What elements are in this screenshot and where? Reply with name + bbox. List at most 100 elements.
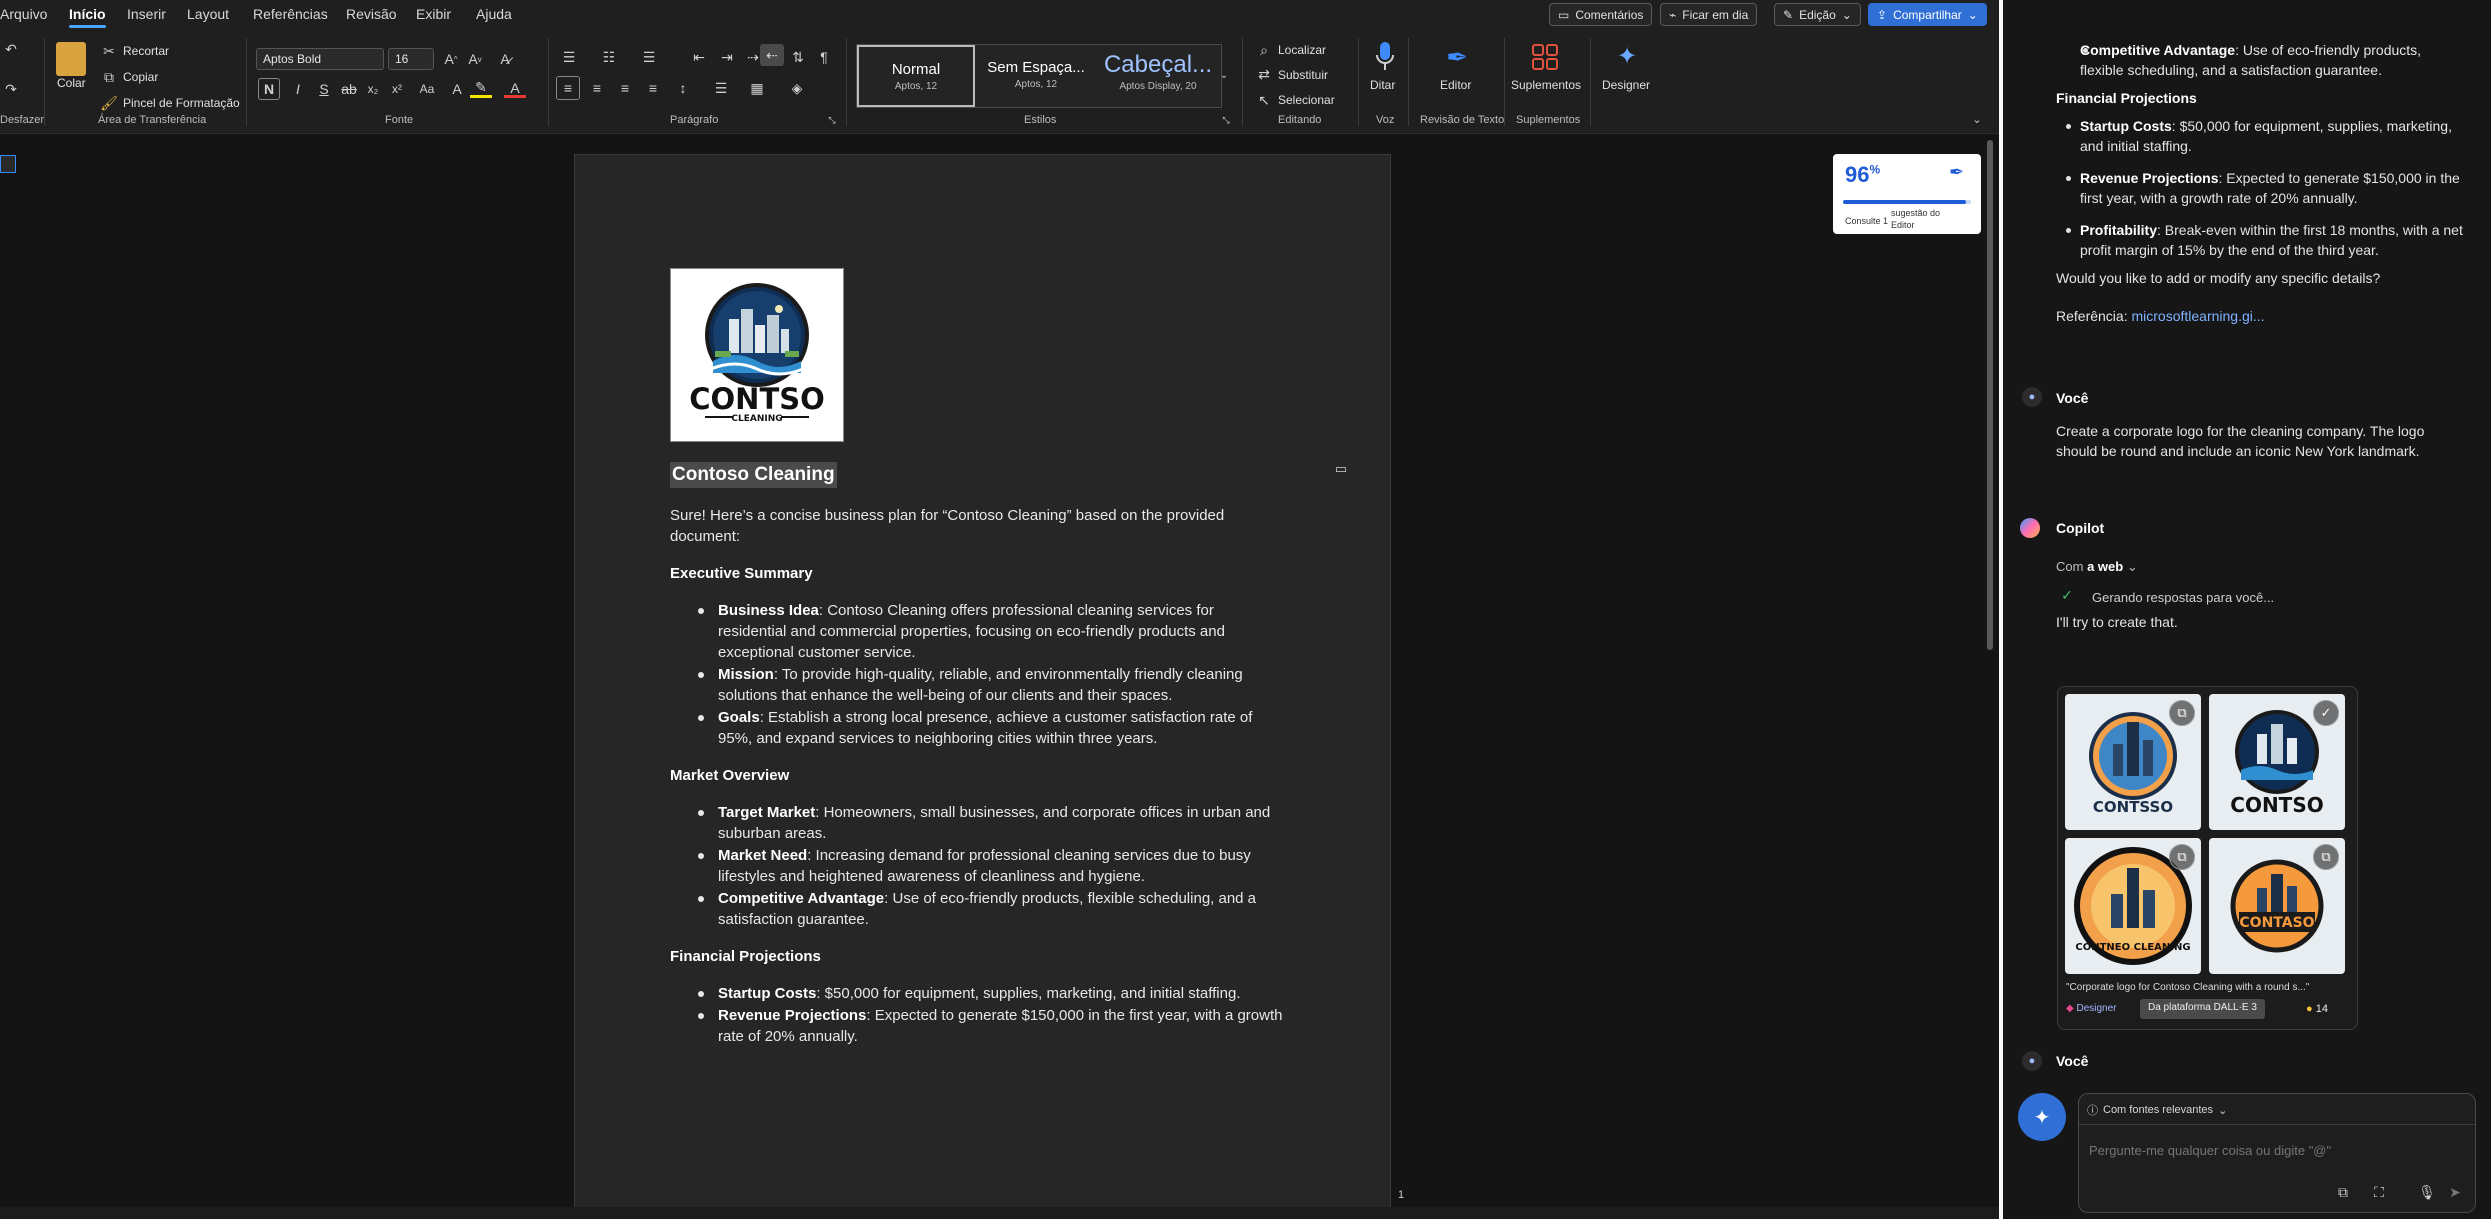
styles-more-icon[interactable]: ⌄ <box>1218 66 1230 84</box>
superscript-icon[interactable]: x² <box>388 80 406 98</box>
select-image-icon[interactable]: ⧉ <box>2313 844 2339 870</box>
align-center-icon[interactable]: ≡ <box>586 78 608 98</box>
new-topic-button[interactable]: ✦ <box>2018 1093 2066 1141</box>
microphone-icon[interactable] <box>1372 40 1398 74</box>
redo-icon[interactable]: ↷ <box>2 80 20 98</box>
effects-icon[interactable]: A <box>446 80 468 98</box>
text-competitive-advantage: : Use of eco-friendly products, flexible… <box>884 890 1257 907</box>
reference-label: Referência: <box>2056 308 2128 324</box>
document-title[interactable]: Contoso Cleaning <box>670 462 837 488</box>
dialog-launcher-icon[interactable]: ⤡ <box>826 114 838 126</box>
designer-icon[interactable]: ✦ <box>1612 40 1642 72</box>
bullet-marker <box>2066 228 2071 233</box>
pilcrow-icon[interactable]: ¶ <box>814 48 834 66</box>
send-icon[interactable]: ➤ <box>2445 1182 2465 1202</box>
editor-score-card[interactable]: 96% ✒ Consulte 1 sugestão do Editor <box>1833 154 1981 234</box>
addins-button[interactable]: Suplementos <box>1511 78 1581 92</box>
replace-button[interactable]: Substituir <box>1278 68 1328 82</box>
sort-icon[interactable]: ⇅ <box>788 48 808 66</box>
dialog-launcher-icon[interactable]: ⤡ <box>1220 114 1232 126</box>
designer-badge[interactable]: ◆ Designer <box>2066 1003 2117 1014</box>
font-color-icon[interactable]: A <box>504 80 526 98</box>
tab-inserir[interactable]: Inserir <box>127 6 166 22</box>
microphone-icon[interactable]: 🎙 <box>2417 1182 2437 1202</box>
catch-up-button[interactable]: ⌁ Ficar em dia <box>1660 3 1758 26</box>
copy-button[interactable]: Copiar <box>123 70 158 84</box>
comments-button[interactable]: ▭ Comentários <box>1549 3 1653 26</box>
with-prefix: Com <box>2056 559 2084 574</box>
subscript-icon[interactable]: x₂ <box>364 80 382 98</box>
justify-icon[interactable]: ≡ <box>642 78 664 98</box>
generated-image-3[interactable]: CONTNEO CLEANING ⧉ <box>2065 838 2201 974</box>
highlight-icon[interactable]: ✎ <box>470 79 492 98</box>
decrease-indent-icon[interactable]: ⇤ <box>688 48 710 66</box>
generated-image-4[interactable]: CONTASO ⧉ <box>2209 838 2345 974</box>
style-no-spacing[interactable]: Sem Espaça... Aptos, 12 <box>977 45 1095 107</box>
grow-font-icon[interactable]: A ^ <box>442 50 460 68</box>
font-size-select[interactable]: 16 <box>388 48 434 70</box>
editor-button[interactable]: Editor <box>1440 78 1471 92</box>
font-name-select[interactable]: Aptos Bold <box>256 48 384 70</box>
share-button[interactable]: ⇪ Compartilhar ⌄ <box>1868 3 1987 26</box>
borders-icon[interactable]: ▦ <box>746 78 768 98</box>
generated-image-2[interactable]: CONTSO ✓ <box>2209 694 2345 830</box>
tab-layout[interactable]: Layout <box>187 6 229 22</box>
web-source-toggle[interactable]: Com a web ⌄ <box>2056 557 2138 577</box>
company-logo[interactable]: CONTSO CLEANING <box>670 268 844 442</box>
designer-button[interactable]: Designer <box>1602 78 1650 92</box>
rtl-icon[interactable]: ⇠ <box>760 44 784 66</box>
dictate-button[interactable]: Ditar <box>1370 78 1395 92</box>
multilevel-list-icon[interactable]: ☰ <box>638 48 660 66</box>
selected-check-icon[interactable]: ✓ <box>2313 700 2339 726</box>
editing-mode-button[interactable]: ✎ Edição ⌄ <box>1774 3 1861 26</box>
select-image-icon[interactable]: ⧉ <box>2169 844 2195 870</box>
addins-icon[interactable] <box>1530 42 1560 72</box>
shading-icon[interactable]: ◈ <box>786 78 808 98</box>
line-spacing-icon[interactable]: ↕ <box>672 78 694 98</box>
cut-button[interactable]: Recortar <box>123 44 169 58</box>
generated-image-1[interactable]: CONTSSO ⧉ <box>2065 694 2201 830</box>
select-button[interactable]: Selecionar <box>1278 93 1335 107</box>
chevron-down-icon: ⌄ <box>1841 7 1852 22</box>
screenshot-icon[interactable]: ⛶ <box>2369 1182 2389 1202</box>
term-competitive-advantage: Competitive Advantage <box>718 890 885 907</box>
find-button[interactable]: Localizar <box>1278 43 1326 57</box>
shrink-font-icon[interactable]: Av <box>466 50 484 68</box>
bold-button[interactable]: N <box>258 78 280 100</box>
comment-marker-icon[interactable]: ▭ <box>1332 461 1350 477</box>
tab-inicio[interactable]: Início <box>69 6 106 28</box>
sources-chip[interactable]: ⓘ Com fontes relevantes ⌄ <box>2087 1100 2227 1120</box>
tab-arquivo[interactable]: Arquivo <box>0 6 47 22</box>
tab-revisao[interactable]: Revisão <box>346 6 397 22</box>
paragraph-spacing-icon[interactable]: ☰ <box>710 78 732 98</box>
tab-ajuda[interactable]: Ajuda <box>476 6 512 22</box>
style-heading[interactable]: Cabeçal... Aptos Display, 20 <box>1097 45 1219 107</box>
editor-icon[interactable]: ✒ <box>1440 40 1474 74</box>
chat-input[interactable] <box>2089 1138 2459 1162</box>
paste-icon[interactable] <box>56 42 86 76</box>
strikethrough-icon[interactable]: ab <box>340 80 358 98</box>
vertical-scrollbar[interactable] <box>1987 140 1993 650</box>
tab-referencias[interactable]: Referências <box>253 6 328 22</box>
italic-button[interactable]: I <box>288 78 308 100</box>
tab-exibir[interactable]: Exibir <box>416 6 451 22</box>
align-left-icon[interactable]: ≡ <box>556 76 580 100</box>
collapse-ribbon-icon[interactable]: ⌄ <box>1970 112 1984 126</box>
numbering-icon[interactable]: ☷ <box>598 48 620 66</box>
reference-link[interactable]: microsoftlearning.gi... <box>2131 308 2264 324</box>
increase-indent-icon[interactable]: ⇥ <box>716 48 738 66</box>
boost-counter[interactable]: ● 14 <box>2306 1003 2328 1015</box>
navigation-pane-icon[interactable] <box>0 155 16 173</box>
divider <box>1408 38 1409 126</box>
underline-button[interactable]: S <box>314 78 334 100</box>
paste-label[interactable]: Colar <box>57 76 86 90</box>
bullets-icon[interactable]: ☰ <box>558 48 580 66</box>
select-image-icon[interactable]: ⧉ <box>2169 700 2195 726</box>
style-normal[interactable]: Normal Aptos, 12 <box>857 45 975 107</box>
clear-format-icon[interactable]: A̷ <box>496 50 514 68</box>
format-painter-button[interactable]: Pincel de Formatação <box>123 96 240 110</box>
change-case-icon[interactable]: Aa <box>412 80 442 98</box>
align-right-icon[interactable]: ≡ <box>614 78 636 98</box>
image-upload-icon[interactable]: ⧉ <box>2333 1182 2353 1202</box>
undo-icon[interactable]: ↶ <box>2 40 20 58</box>
